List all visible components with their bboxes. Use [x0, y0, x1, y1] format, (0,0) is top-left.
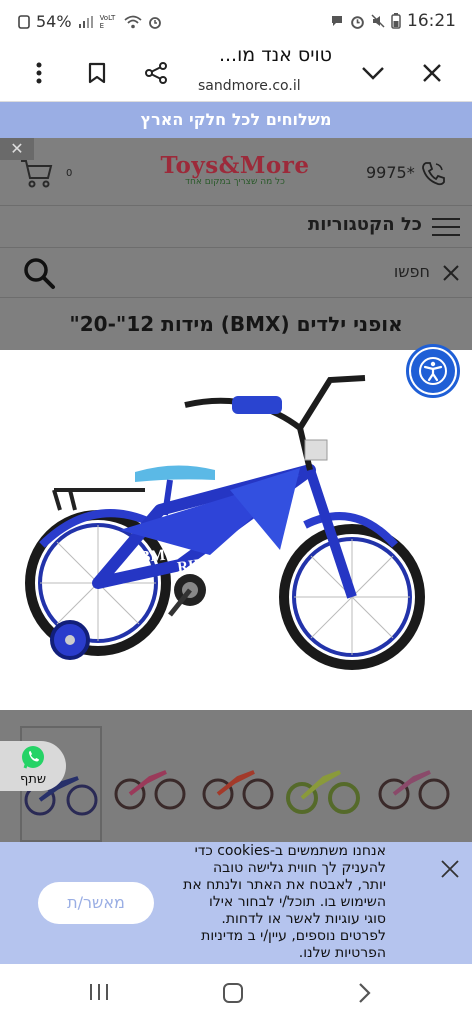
battery-text: 54% — [36, 12, 72, 31]
close-icon — [443, 265, 459, 281]
bike-thumb-icon — [378, 770, 450, 810]
system-nav-bar — [0, 964, 472, 1024]
status-bar: 54% VoLTE 16:21 — [0, 0, 472, 44]
logo-text: Toys&More — [160, 152, 310, 179]
cookie-line: השימוש בו. תוכל/י לבחור אילו — [209, 894, 386, 910]
accessibility-badge — [411, 349, 455, 393]
three-dot-menu-icon — [36, 62, 42, 84]
chevron-down-icon — [362, 67, 384, 80]
search-row: חפשו — [0, 248, 472, 298]
lte-badge: VoLTE — [99, 13, 116, 30]
whatsapp-label: שתף — [20, 772, 47, 787]
cookie-line: להעניק לך חווית גלישה טובה — [213, 860, 386, 876]
alarm-icon-2 — [351, 15, 364, 29]
recents-icon — [90, 984, 108, 1000]
phone-link[interactable]: 9975* — [364, 160, 454, 188]
search-placeholder: חפשו — [393, 262, 430, 281]
cookie-banner: מאשר/ת אנחנו משתמשים ב-cookies כדי להעני… — [0, 842, 472, 964]
gallery-icon — [18, 14, 30, 29]
search-icon — [24, 258, 55, 289]
product-title: אופני ילדים (BMX) מידות 12"-20" — [69, 312, 403, 336]
accessibility-button[interactable] — [406, 344, 460, 398]
cookie-line: סוגי עוגיות לאשר או לדחות. — [221, 911, 386, 927]
wifi-icon — [123, 15, 142, 28]
close-tab-button[interactable] — [413, 54, 451, 92]
recents-button[interactable] — [86, 982, 122, 1008]
svg-text:BM: BM — [139, 547, 166, 566]
back-icon — [359, 983, 371, 1003]
phone-icon — [422, 162, 445, 186]
url-area[interactable]: טויס אנד מו... sandmore.co.il — [188, 44, 348, 102]
bookmark-icon — [88, 62, 106, 84]
bike-thumb-icon — [114, 770, 186, 810]
url-text: sandmore.co.il — [198, 78, 301, 94]
mute-icon — [371, 14, 385, 28]
bike-thumb-icon — [202, 770, 274, 810]
close-icon — [423, 64, 441, 82]
cookie-line: אנחנו משתמשים ב-cookies כדי — [194, 843, 386, 859]
back-button[interactable] — [356, 982, 386, 1008]
header-close-button[interactable]: ✕ — [0, 138, 34, 160]
cart-button[interactable]: 0 — [20, 158, 80, 192]
alarm-icon — [148, 16, 161, 29]
categories-row[interactable]: כל הקטגוריות — [0, 206, 472, 248]
whatsapp-share-button[interactable]: שתף — [0, 741, 66, 791]
expand-button[interactable] — [354, 54, 392, 92]
browser-toolbar: טויס אנד מו... sandmore.co.il — [0, 44, 472, 102]
thumbnail-2[interactable] — [112, 750, 188, 820]
search-input[interactable]: חפשו — [70, 254, 430, 290]
thumbnail-strip: שתף — [0, 710, 472, 842]
cookie-text: אנחנו משתמשים ב-cookies כדי להעניק לך חו… — [172, 843, 386, 962]
cart-icon — [21, 160, 53, 188]
message-icon — [332, 16, 342, 26]
tab-title: טויס אנד מו... — [218, 44, 332, 66]
cookie-line: הפרטיות שלנו. — [298, 945, 386, 961]
battery-icon — [391, 13, 401, 29]
cookie-close-button[interactable] — [440, 859, 460, 879]
clock-text: 16:21 — [407, 11, 456, 31]
bicycle-image: BM RIDER — [25, 375, 425, 670]
bookmark-button[interactable] — [78, 54, 116, 92]
categories-label: כל הקטגוריות — [307, 214, 422, 235]
menu-button[interactable] — [20, 54, 58, 92]
cookie-line: לפרטים נוספים, עיין/י ב מדיניות — [201, 928, 386, 944]
bike-thumb-icon — [286, 770, 360, 814]
cookie-accept-button[interactable]: מאשר/ת — [38, 882, 154, 924]
share-icon — [145, 62, 167, 84]
accessibility-icon — [419, 357, 447, 385]
thumbnail-4[interactable] — [284, 746, 364, 826]
signal-icon — [78, 15, 93, 28]
header-row: ✕ 0 Toys&More כל מה שצריך במקום אחד 9975… — [0, 138, 472, 206]
search-button[interactable] — [22, 256, 58, 290]
logo[interactable]: Toys&More כל מה שצריך במקום אחד — [150, 152, 320, 196]
site-header: ✕ 0 Toys&More כל מה שצריך במקום אחד 9975… — [0, 138, 472, 350]
thumbnail-5[interactable] — [376, 750, 452, 820]
home-button[interactable] — [222, 982, 252, 1008]
product-image[interactable]: BM RIDER — [0, 344, 472, 710]
cart-count: 0 — [66, 168, 73, 179]
close-icon — [441, 860, 459, 878]
thumbnail-3[interactable] — [200, 750, 276, 820]
home-icon — [223, 983, 243, 1003]
phone-number: 9975* — [366, 163, 415, 182]
whatsapp-icon — [22, 746, 44, 769]
shipping-banner: משלוחים לכל חלקי הארץ — [0, 102, 472, 138]
hamburger-icon — [432, 218, 460, 236]
product-title-row: אופני ילדים (BMX) מידות 12"-20" — [0, 298, 472, 350]
cookie-line: יותר, לאבטח את האתר ולנתח את — [183, 877, 386, 893]
search-clear-button[interactable] — [442, 264, 460, 282]
share-button[interactable] — [137, 54, 175, 92]
